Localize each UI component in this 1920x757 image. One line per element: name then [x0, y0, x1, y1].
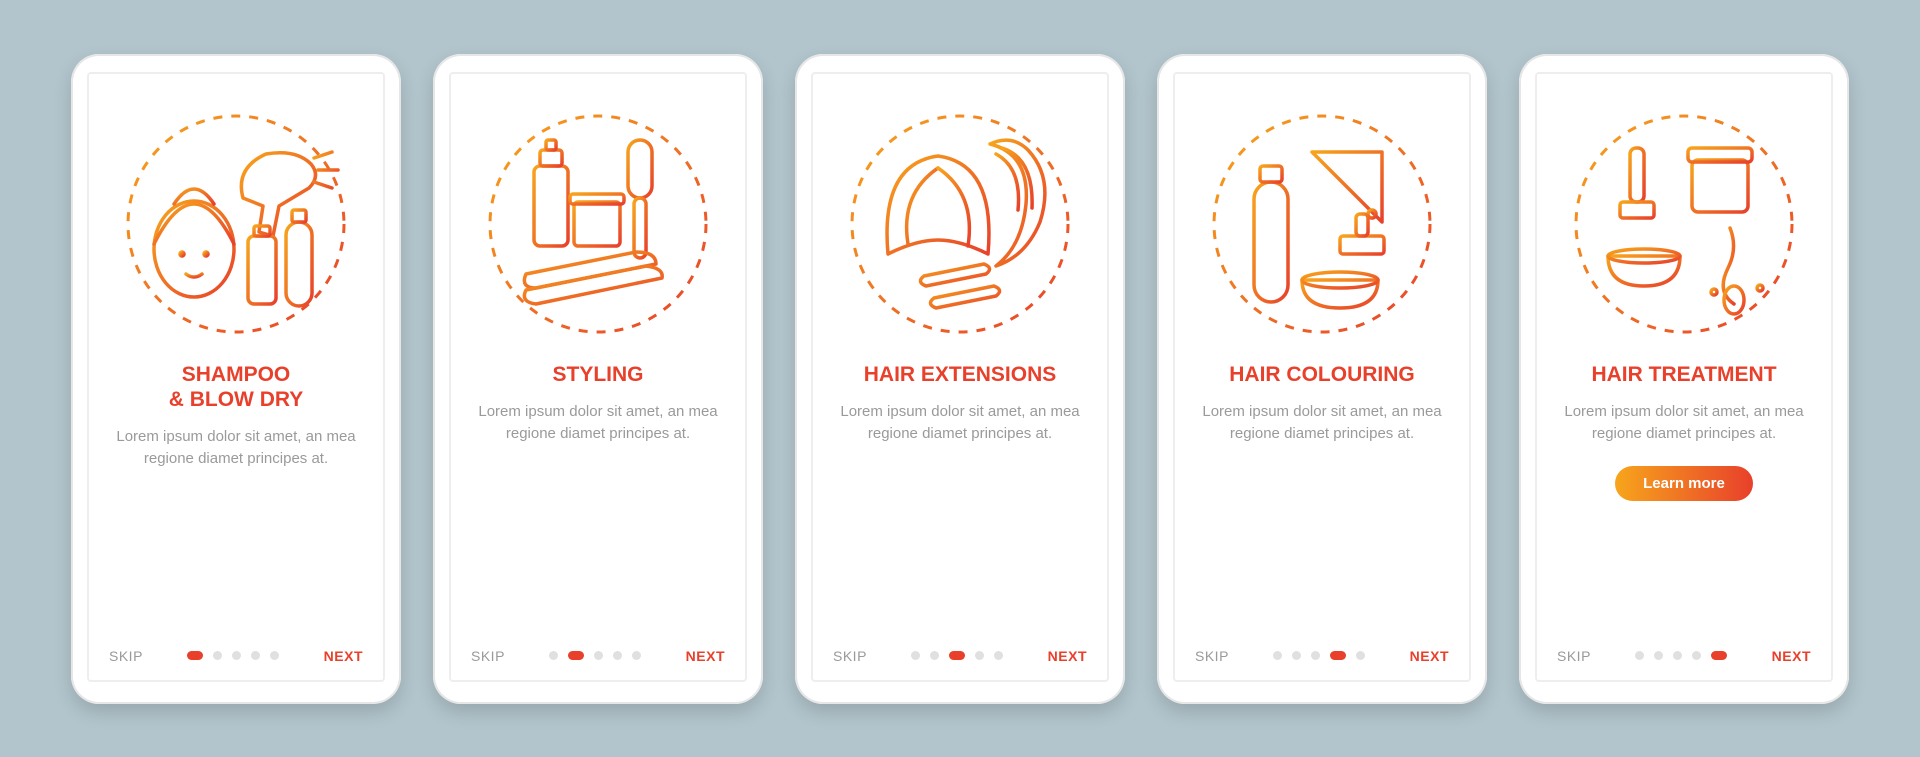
onboarding-screen: HAIR COLOURING Lorem ipsum dolor sit ame…: [1173, 72, 1471, 682]
next-button[interactable]: NEXT: [1772, 648, 1811, 664]
styling-icon: [478, 104, 718, 344]
page-dot[interactable]: [1654, 651, 1663, 660]
onboarding-footer: SKIP NEXT: [1557, 648, 1811, 664]
hair-colouring-icon: [1202, 104, 1442, 344]
page-dot[interactable]: [568, 651, 584, 660]
page-dot[interactable]: [187, 651, 203, 660]
screen-title: SHAMPOO & BLOW DRY: [169, 362, 304, 412]
skip-button[interactable]: SKIP: [471, 648, 505, 664]
page-dot[interactable]: [1273, 651, 1282, 660]
screen-description: Lorem ipsum dolor sit amet, an mea regio…: [1202, 401, 1442, 446]
phone-card: SHAMPOO & BLOW DRY Lorem ipsum dolor sit…: [71, 54, 401, 704]
page-dot[interactable]: [930, 651, 939, 660]
page-dot[interactable]: [1635, 651, 1644, 660]
onboarding-screen: STYLING Lorem ipsum dolor sit amet, an m…: [449, 72, 747, 682]
page-dot[interactable]: [613, 651, 622, 660]
onboarding-screen: HAIR EXTENSIONS Lorem ipsum dolor sit am…: [811, 72, 1109, 682]
skip-button[interactable]: SKIP: [1195, 648, 1229, 664]
page-dot[interactable]: [632, 651, 641, 660]
phone-card: HAIR TREATMENT Lorem ipsum dolor sit ame…: [1519, 54, 1849, 704]
page-dot[interactable]: [1692, 651, 1701, 660]
page-dot[interactable]: [1356, 651, 1365, 660]
page-dots: [549, 651, 641, 660]
page-dot[interactable]: [1673, 651, 1682, 660]
skip-button[interactable]: SKIP: [1557, 648, 1591, 664]
skip-button[interactable]: SKIP: [109, 648, 143, 664]
screen-title: HAIR TREATMENT: [1591, 362, 1776, 387]
page-dot[interactable]: [232, 651, 241, 660]
onboarding-footer: SKIP NEXT: [471, 648, 725, 664]
page-dot[interactable]: [1711, 651, 1727, 660]
page-dot[interactable]: [994, 651, 1003, 660]
page-dot[interactable]: [1292, 651, 1301, 660]
screen-description: Lorem ipsum dolor sit amet, an mea regio…: [478, 401, 718, 446]
page-dot[interactable]: [549, 651, 558, 660]
learn-more-button[interactable]: Learn more: [1615, 466, 1753, 501]
page-dot[interactable]: [975, 651, 984, 660]
skip-button[interactable]: SKIP: [833, 648, 867, 664]
page-dot[interactable]: [270, 651, 279, 660]
page-dot[interactable]: [251, 651, 260, 660]
onboarding-footer: SKIP NEXT: [109, 648, 363, 664]
next-button[interactable]: NEXT: [686, 648, 725, 664]
page-dots: [911, 651, 1003, 660]
page-dot[interactable]: [911, 651, 920, 660]
hair-treatment-icon: [1564, 104, 1804, 344]
phone-card: STYLING Lorem ipsum dolor sit amet, an m…: [433, 54, 763, 704]
page-dot[interactable]: [1311, 651, 1320, 660]
page-dots: [1635, 651, 1727, 660]
page-dot[interactable]: [213, 651, 222, 660]
next-button[interactable]: NEXT: [324, 648, 363, 664]
screen-description: Lorem ipsum dolor sit amet, an mea regio…: [840, 401, 1080, 446]
shampoo-blow-dry-icon: [116, 104, 356, 344]
phone-card: HAIR EXTENSIONS Lorem ipsum dolor sit am…: [795, 54, 1125, 704]
page-dot[interactable]: [949, 651, 965, 660]
screen-title: STYLING: [552, 362, 643, 387]
onboarding-footer: SKIP NEXT: [833, 648, 1087, 664]
page-dots: [1273, 651, 1365, 660]
onboarding-footer: SKIP NEXT: [1195, 648, 1449, 664]
next-button[interactable]: NEXT: [1410, 648, 1449, 664]
screen-description: Lorem ipsum dolor sit amet, an mea regio…: [1564, 401, 1804, 446]
hair-extensions-icon: [840, 104, 1080, 344]
onboarding-screen: HAIR TREATMENT Lorem ipsum dolor sit ame…: [1535, 72, 1833, 682]
next-button[interactable]: NEXT: [1048, 648, 1087, 664]
page-dot[interactable]: [1330, 651, 1346, 660]
page-dots: [187, 651, 279, 660]
screen-title: HAIR EXTENSIONS: [864, 362, 1057, 387]
screen-description: Lorem ipsum dolor sit amet, an mea regio…: [116, 426, 356, 471]
phone-card: HAIR COLOURING Lorem ipsum dolor sit ame…: [1157, 54, 1487, 704]
onboarding-screen: SHAMPOO & BLOW DRY Lorem ipsum dolor sit…: [87, 72, 385, 682]
screen-title: HAIR COLOURING: [1229, 362, 1415, 387]
page-dot[interactable]: [594, 651, 603, 660]
